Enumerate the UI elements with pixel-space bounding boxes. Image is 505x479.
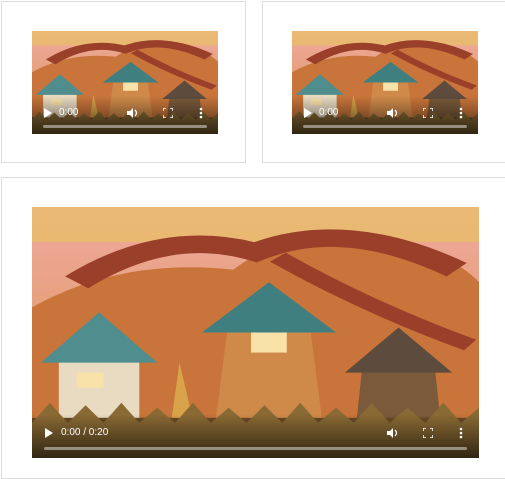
- video-card-3: 0:00 / 0:20: [1, 177, 505, 479]
- video-card-1: 0:00: [1, 1, 246, 163]
- volume-icon[interactable]: [387, 427, 399, 439]
- video-card-2: 0:00: [262, 1, 505, 163]
- progress-bar[interactable]: [44, 447, 467, 450]
- video-controls: 0:00: [292, 96, 478, 134]
- play-icon[interactable]: [44, 428, 53, 438]
- fullscreen-icon[interactable]: [423, 108, 433, 118]
- volume-icon[interactable]: [127, 107, 139, 119]
- fullscreen-icon[interactable]: [163, 108, 173, 118]
- fullscreen-icon[interactable]: [423, 428, 433, 438]
- progress-bar[interactable]: [303, 125, 467, 128]
- more-options-icon[interactable]: [459, 107, 463, 119]
- play-icon[interactable]: [303, 108, 312, 118]
- video-player-2[interactable]: 0:00: [292, 31, 478, 134]
- video-player-3[interactable]: 0:00 / 0:20: [32, 207, 479, 458]
- time-display: 0:00 / 0:20: [61, 427, 109, 438]
- video-controls: 0:00: [32, 96, 218, 134]
- volume-icon[interactable]: [387, 107, 399, 119]
- more-options-icon[interactable]: [459, 427, 463, 439]
- progress-bar[interactable]: [43, 125, 207, 128]
- video-player-1[interactable]: 0:00: [32, 31, 218, 134]
- time-display: 0:00: [59, 107, 79, 118]
- video-controls: 0:00 / 0:20: [32, 414, 479, 458]
- time-display: 0:00: [319, 107, 339, 118]
- more-options-icon[interactable]: [199, 107, 203, 119]
- play-icon[interactable]: [43, 108, 52, 118]
